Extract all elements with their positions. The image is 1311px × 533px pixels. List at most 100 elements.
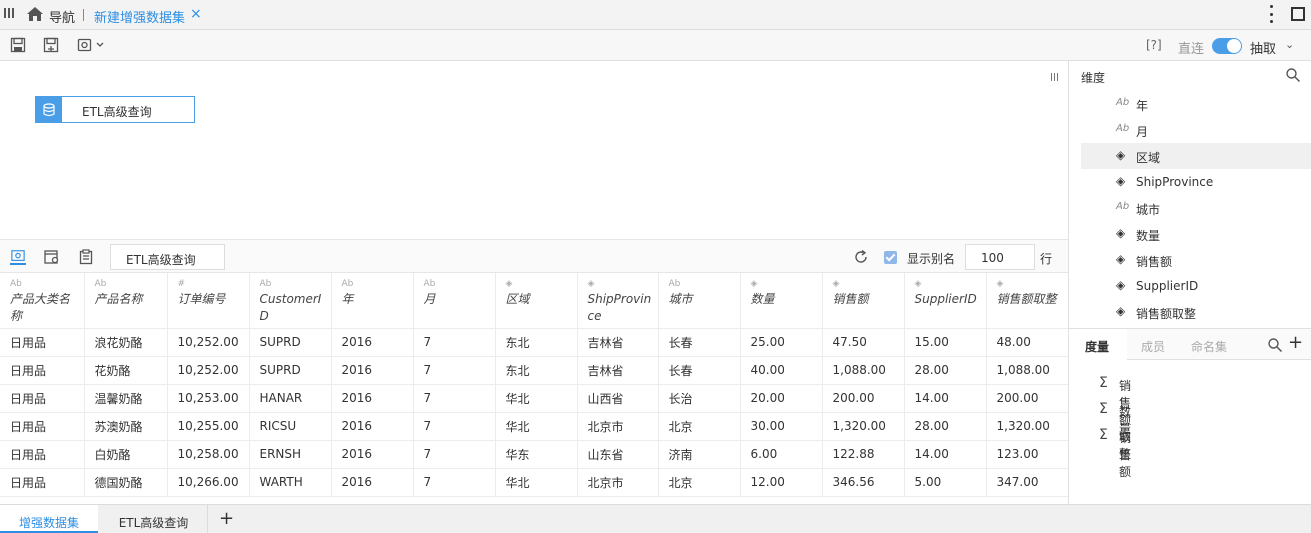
close-icon[interactable]: × — [190, 6, 202, 22]
column-header[interactable]: Ab CustomerID — [249, 273, 332, 329]
column-header[interactable]: ◈ 数量 — [740, 273, 823, 329]
table-cell: 347.00 — [986, 468, 1068, 497]
search-icon[interactable] — [1267, 337, 1283, 353]
extract-label[interactable]: 抽取 — [1250, 38, 1276, 57]
collapse-handle-icon[interactable] — [1051, 73, 1058, 81]
table-cell: 日用品 — [0, 328, 85, 357]
column-header[interactable]: ◈ SupplierID — [904, 273, 987, 329]
column-header[interactable]: ◈ 销售额 — [822, 273, 905, 329]
table-cell: SUPRD — [249, 356, 332, 385]
node-name-field[interactable]: ETL高级查询 — [110, 244, 225, 270]
table-cell: 20.00 — [740, 384, 823, 413]
table-cell: 28.00 — [904, 412, 987, 441]
column-header[interactable]: ◈ 销售额取整 — [986, 273, 1068, 329]
table-cell: 北京 — [658, 468, 741, 497]
tab-bar: 导航 新建增强数据集 × — [0, 0, 1311, 30]
dimension-item[interactable]: ◈ 销售额取整 — [1081, 299, 1311, 325]
table-cell: 10,252.00 — [167, 328, 250, 357]
table-cell: 25.00 — [740, 328, 823, 357]
table-cell: 长春 — [658, 356, 741, 385]
dimension-item[interactable]: Ab 城市 — [1081, 195, 1311, 221]
refresh-icon[interactable] — [853, 249, 869, 265]
dimension-item[interactable]: ◈ ShipProvince — [1081, 169, 1311, 195]
nav-label[interactable]: 导航 — [49, 7, 75, 26]
dimension-title: 维度 — [1081, 71, 1106, 85]
etl-node[interactable]: ETL高级查询 — [35, 96, 195, 123]
text-field-icon: Ab — [94, 279, 107, 289]
show-alias-checkbox[interactable] — [884, 251, 897, 264]
tab-measures[interactable]: 度量 — [1085, 338, 1109, 355]
column-header-label: CustomerID — [259, 292, 322, 323]
dimension-item[interactable]: Ab 年 — [1081, 91, 1311, 117]
table-row[interactable]: 日用品 浪花奶酪 10,252.00 SUPRD 2016 7 东北 吉林省 长春 25.00 47… — [0, 328, 1068, 357]
column-header[interactable]: ◈ 区域 — [495, 273, 578, 329]
search-icon[interactable] — [1285, 67, 1301, 83]
save-icon[interactable] — [10, 37, 26, 53]
mode-toggle[interactable] — [1212, 38, 1242, 54]
table-row[interactable]: 日用品 白奶酪 10,258.00 ERNSH 2016 7 华东 山东省 济南 6.00 122.… — [0, 440, 1068, 469]
table-cell: 7 — [413, 356, 496, 385]
dimension-item[interactable]: Ab 月 — [1081, 117, 1311, 143]
column-header-label: 销售额 — [832, 292, 869, 306]
config-icon[interactable] — [44, 249, 60, 265]
row-count-input[interactable]: 100 — [965, 244, 1035, 270]
dimension-item[interactable]: ◈ 销售额 — [1081, 247, 1311, 273]
table-cell: RICSU — [249, 412, 332, 441]
etl-canvas[interactable]: ETL高级查询 — [0, 61, 1068, 239]
help-icon[interactable]: [?] — [1146, 38, 1162, 52]
text-field-icon: Ab — [259, 279, 272, 289]
dimension-label: ShipProvince — [1136, 175, 1214, 189]
home-icon[interactable] — [26, 6, 44, 22]
add-icon[interactable]: + — [1288, 332, 1303, 353]
dimension-item[interactable]: ◈ 区域 — [1081, 143, 1311, 169]
menu-icon[interactable] — [4, 8, 14, 20]
column-header-label: 产品名称 — [94, 292, 143, 306]
column-header[interactable]: Ab 月 — [413, 273, 496, 329]
sum-icon: Σ — [1099, 427, 1108, 443]
dimension-label: SupplierID — [1136, 279, 1199, 293]
geo-field-icon: ◈ — [1116, 278, 1126, 292]
column-header[interactable]: Ab 年 — [331, 273, 414, 329]
more-icon[interactable] — [1268, 5, 1274, 23]
tab-new-enhanced-dataset[interactable]: 新建增强数据集 — [94, 7, 185, 26]
table-cell: 山东省 — [577, 440, 659, 469]
table-row[interactable]: 日用品 温馨奶酪 10,253.00 HANAR 2016 7 华北 山西省 长治 20.00 20… — [0, 384, 1068, 413]
clipboard-icon[interactable] — [78, 249, 94, 265]
table-cell: 日用品 — [0, 468, 85, 497]
maximize-icon[interactable] — [1291, 7, 1305, 21]
tab-members[interactable]: 成员 — [1141, 338, 1165, 355]
table-cell: 346.56 — [822, 468, 905, 497]
geo-field-icon: ◈ — [1116, 148, 1126, 162]
column-header[interactable]: Ab 城市 — [658, 273, 741, 329]
chevron-down-icon[interactable]: ⌄ — [1285, 38, 1294, 51]
table-cell: 花奶酪 — [84, 356, 168, 385]
settings-icon[interactable] — [77, 37, 105, 53]
tab-etl-query[interactable]: ETL高级查询 — [100, 505, 208, 533]
column-header[interactable]: ◈ ShipProvince — [577, 273, 659, 329]
add-tab-icon[interactable]: + — [219, 508, 234, 529]
save-as-icon[interactable] — [43, 37, 59, 53]
dimension-item[interactable]: ◈ 数量 — [1081, 221, 1311, 247]
table-cell: 浪花奶酪 — [84, 328, 168, 357]
table-cell: 122.88 — [822, 440, 905, 469]
sum-icon: Σ — [1099, 401, 1108, 417]
tab-named-sets[interactable]: 命名集 — [1191, 338, 1227, 355]
table-cell: 10,253.00 — [167, 384, 250, 413]
table-cell: 苏澳奶酪 — [84, 412, 168, 441]
data-preview-icon[interactable] — [10, 249, 26, 265]
dimension-item[interactable]: ◈ SupplierID — [1081, 273, 1311, 299]
table-cell: 47.50 — [822, 328, 905, 357]
table-row[interactable]: 日用品 苏澳奶酪 10,255.00 RICSU 2016 7 华北 北京市 北京 30.00 1,… — [0, 412, 1068, 441]
tab-enhanced-dataset[interactable]: 增强数据集 — [0, 505, 98, 533]
column-header[interactable]: # 订单编号 — [167, 273, 250, 329]
table-cell: 7 — [413, 328, 496, 357]
column-header[interactable]: Ab 产品名称 — [84, 273, 168, 329]
table-row[interactable]: 日用品 花奶酪 10,252.00 SUPRD 2016 7 东北 吉林省 长春 40.00 1,0… — [0, 356, 1068, 385]
table-row[interactable]: 日用品 德国奶酪 10,266.00 WARTH 2016 7 华北 北京市 北京 12.00 34… — [0, 468, 1068, 497]
table-cell: 5.00 — [904, 468, 987, 497]
table-cell: 北京 — [658, 412, 741, 441]
table-cell: 华北 — [495, 412, 578, 441]
geo-field-icon: ◈ — [505, 279, 513, 289]
column-header[interactable]: Ab 产品大类名称 — [0, 273, 85, 329]
direct-connect-label[interactable]: 直连 — [1178, 38, 1204, 57]
